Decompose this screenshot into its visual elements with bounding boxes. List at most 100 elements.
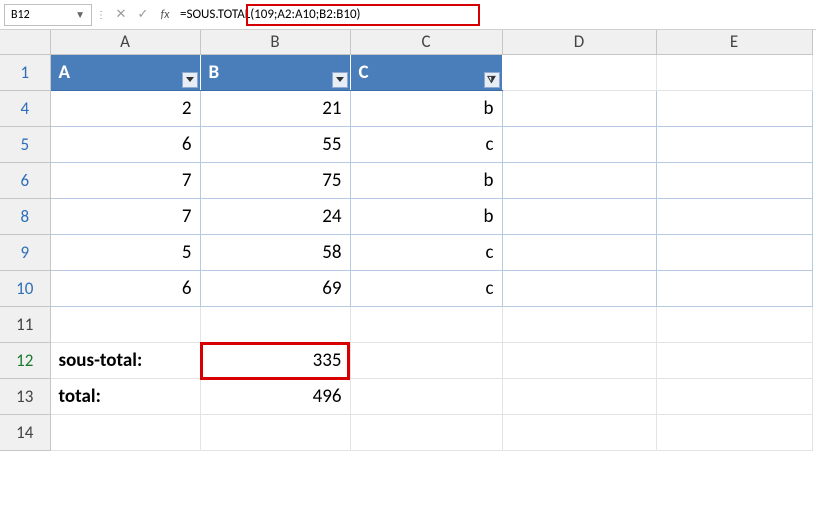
empty-cell[interactable] [502,378,656,414]
data-cell[interactable]: 6 [50,270,200,306]
table-header-cell[interactable]: C ⧩ [350,54,502,90]
empty-cell[interactable] [200,306,350,342]
table-header-cell[interactable]: A [50,54,200,90]
table-header-cell[interactable]: B [200,54,350,90]
row-header[interactable]: 8 [0,198,50,234]
row-header[interactable]: 6 [0,162,50,198]
data-cell[interactable]: 24 [200,198,350,234]
subtotal-row: 12 sous-total: 335 [0,342,812,378]
empty-cell[interactable] [656,234,812,270]
table-header-row: 1 A B C ⧩ [0,54,812,90]
empty-cell[interactable] [50,306,200,342]
fx-icon[interactable]: fx [154,8,176,22]
row-header[interactable]: 10 [0,270,50,306]
empty-row: 11 [0,306,812,342]
table-row: 8 7 24 b [0,198,812,234]
data-cell[interactable]: c [350,270,502,306]
data-cell[interactable]: b [350,162,502,198]
row-header[interactable]: 13 [0,378,50,414]
table-row: 5 6 55 c [0,126,812,162]
empty-cell[interactable] [656,342,812,378]
col-header-A[interactable]: A [50,30,200,54]
formula-input[interactable]: =SOUS.TOTAL(109;A2:A10;B2:B10) [176,4,812,26]
table-row: 6 7 75 b [0,162,812,198]
data-cell[interactable]: b [350,90,502,126]
data-cell[interactable]: 75 [200,162,350,198]
empty-cell[interactable] [656,198,812,234]
empty-cell[interactable] [502,54,656,90]
data-cell[interactable]: b [350,198,502,234]
row-header[interactable]: 4 [0,90,50,126]
data-cell[interactable]: 58 [200,234,350,270]
empty-cell[interactable] [502,126,656,162]
label-cell[interactable]: sous-total: [50,342,200,378]
empty-cell[interactable] [502,342,656,378]
data-cell[interactable]: c [350,126,502,162]
data-cell[interactable]: 69 [200,270,350,306]
empty-cell[interactable] [200,414,350,450]
data-cell[interactable]: c [350,234,502,270]
empty-row: 14 [0,414,812,450]
empty-cell[interactable] [656,378,812,414]
data-cell[interactable]: 7 [50,198,200,234]
col-header-D[interactable]: D [502,30,656,54]
empty-cell[interactable] [502,234,656,270]
row-header[interactable]: 11 [0,306,50,342]
empty-cell[interactable] [502,306,656,342]
name-box-dropdown-icon[interactable]: ▼ [75,8,85,21]
empty-cell[interactable] [350,414,502,450]
data-cell[interactable]: 21 [200,90,350,126]
confirm-icon[interactable]: ✓ [132,7,154,22]
col-header-E[interactable]: E [656,30,812,54]
data-cell[interactable]: 5 [50,234,200,270]
row-header[interactable]: 1 [0,54,50,90]
empty-cell[interactable] [656,126,812,162]
empty-cell[interactable] [656,270,812,306]
empty-cell[interactable] [350,378,502,414]
empty-cell[interactable] [502,90,656,126]
table-row: 4 2 21 b [0,90,812,126]
formula-text: =SOUS.TOTAL(109;A2:A10;B2:B10) [180,7,361,22]
cancel-icon[interactable]: ✕ [110,7,132,22]
table-row: 10 6 69 c [0,270,812,306]
row-header[interactable]: 14 [0,414,50,450]
select-all-corner[interactable] [0,30,50,54]
filter-button-B[interactable] [332,72,348,88]
cell-reference: B12 [11,8,30,22]
name-box[interactable]: B12 ▼ [4,4,92,26]
table-row: 9 5 58 c [0,234,812,270]
empty-cell[interactable] [502,198,656,234]
empty-cell[interactable] [656,54,812,90]
total-value-cell[interactable]: 496 [200,378,350,414]
empty-cell[interactable] [656,162,812,198]
subtotal-value-cell[interactable]: 335 [200,342,350,378]
filter-button-A[interactable] [182,72,198,88]
row-header[interactable]: 5 [0,126,50,162]
empty-cell[interactable] [502,162,656,198]
data-cell[interactable]: 6 [50,126,200,162]
label-cell[interactable]: total: [50,378,200,414]
empty-cell[interactable] [502,270,656,306]
data-cell[interactable]: 7 [50,162,200,198]
row-header[interactable]: 12 [0,342,50,378]
col-header-B[interactable]: B [200,30,350,54]
total-row: 13 total: 496 [0,378,812,414]
data-cell[interactable]: 2 [50,90,200,126]
empty-cell[interactable] [656,306,812,342]
header-label: B [209,61,220,84]
row-header[interactable]: 9 [0,234,50,270]
header-label: C [359,61,369,84]
col-header-C[interactable]: C [350,30,502,54]
data-cell[interactable]: 55 [200,126,350,162]
empty-cell[interactable] [656,414,812,450]
empty-cell[interactable] [350,306,502,342]
spreadsheet-grid[interactable]: A B C D E 1 A B C ⧩ 4 2 21 b 5 6 55 c [0,30,816,451]
empty-cell[interactable] [350,342,502,378]
empty-cell[interactable] [502,414,656,450]
separator: ⋮ [92,8,110,21]
column-header-row: A B C D E [0,30,812,54]
filter-button-C-active[interactable]: ⧩ [484,72,500,88]
empty-cell[interactable] [50,414,200,450]
empty-cell[interactable] [656,90,812,126]
header-label: A [59,61,71,84]
